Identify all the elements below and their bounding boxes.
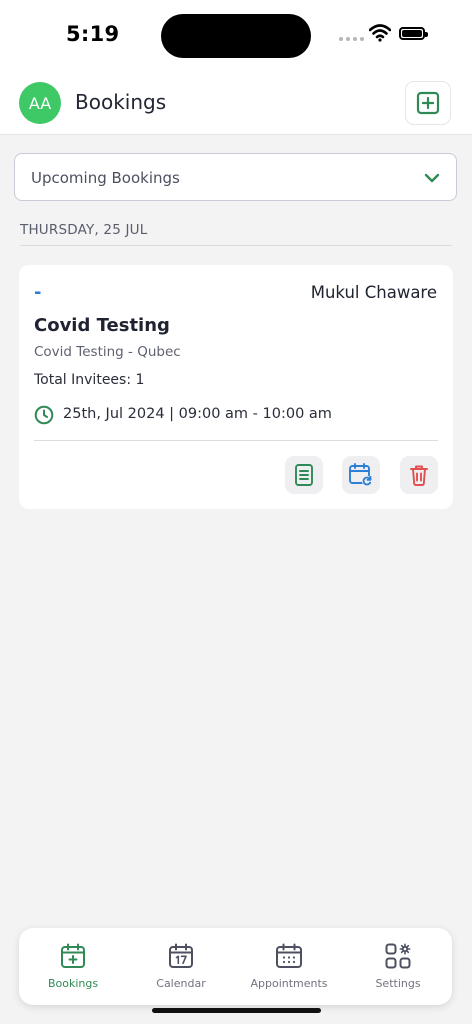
tab-label: Settings	[375, 977, 421, 990]
clock-icon	[34, 405, 54, 425]
trash-icon	[410, 465, 428, 486]
tab-label: Bookings	[47, 977, 99, 990]
booking-datetime: 25th, Jul 2024 | 09:00 am - 10:00 am	[63, 406, 332, 422]
booking-status-mark: -	[34, 282, 42, 303]
dynamic-island	[161, 14, 311, 58]
booking-filter-select[interactable]: Upcoming Bookings	[14, 153, 457, 201]
signal-icon	[339, 37, 364, 41]
tab-appointments[interactable]: Appointments	[235, 928, 343, 1005]
calendar-17-icon	[169, 943, 193, 968]
divider	[20, 245, 452, 246]
home-indicator	[152, 1008, 321, 1013]
chevron-down-icon	[424, 173, 440, 183]
calendar-grid-icon	[276, 943, 302, 968]
booking-card[interactable]: - Mukul Chaware Covid Testing Covid Test…	[19, 265, 453, 509]
tab-calendar[interactable]: Calendar	[127, 928, 235, 1005]
status-time: 5:19	[66, 22, 120, 46]
document-icon	[295, 464, 313, 486]
tab-label: Appointments	[250, 977, 328, 990]
status-bar: 5:19	[0, 0, 472, 70]
date-group-header: THURSDAY, 25 JUL	[20, 222, 148, 238]
plus-square-icon	[416, 91, 440, 115]
view-notes-button[interactable]	[285, 456, 323, 494]
calendar-refresh-icon	[349, 463, 373, 487]
booking-host-name: Mukul Chaware	[310, 283, 437, 302]
booking-invitees: Total Invitees: 1	[34, 372, 145, 388]
tab-bookings[interactable]: Bookings	[19, 928, 127, 1005]
battery-icon	[399, 27, 428, 40]
add-booking-button[interactable]	[405, 81, 451, 125]
bottom-tab-bar: Bookings Calendar Appointments Settings	[19, 928, 452, 1005]
divider	[34, 440, 438, 441]
tab-settings[interactable]: Settings	[344, 928, 452, 1005]
filter-selected-label: Upcoming Bookings	[31, 169, 180, 187]
calendar-plus-icon	[61, 943, 85, 968]
apps-gear-icon	[385, 943, 411, 969]
booking-subtitle: Covid Testing - Qubec	[34, 344, 181, 360]
wifi-icon	[369, 24, 391, 42]
avatar[interactable]: AA	[19, 82, 61, 124]
delete-button[interactable]	[400, 456, 438, 494]
page-title: Bookings	[75, 90, 167, 114]
tab-label: Calendar	[156, 977, 206, 990]
app-header: AA Bookings	[0, 70, 472, 135]
reschedule-button[interactable]	[342, 456, 380, 494]
booking-title: Covid Testing	[34, 315, 170, 336]
